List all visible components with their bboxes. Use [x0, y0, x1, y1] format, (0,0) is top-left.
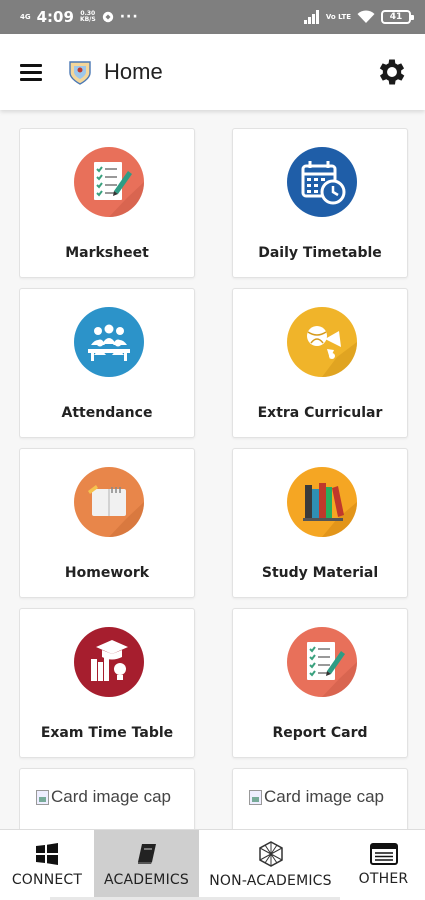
- app-bar: Home: [0, 34, 425, 110]
- broken-image-icon: [36, 789, 49, 805]
- notebook-icon: [74, 467, 144, 537]
- card-label: Extra Curricular: [257, 405, 383, 421]
- card-report-card[interactable]: Report Card: [232, 608, 408, 758]
- card-extra-curricular[interactable]: Extra Curricular: [232, 288, 408, 438]
- signal-icon: [303, 10, 319, 24]
- card-label: Daily Timetable: [258, 245, 382, 261]
- status-bar: 4G 4:09 0.30 KB/S ··· Vo LTE 41: [0, 0, 425, 34]
- card-study-material[interactable]: Study Material: [232, 448, 408, 598]
- sports-ball-icon: [287, 307, 357, 377]
- image-alt-text: Card image cap: [264, 787, 385, 806]
- notification-icon: [102, 11, 113, 23]
- image-card[interactable]: Card image cap: [19, 768, 195, 830]
- network-type: 4G: [20, 12, 31, 21]
- broken-image-icon: [249, 789, 262, 805]
- tab-label: CONNECT: [11, 872, 83, 888]
- tab-non-academics[interactable]: NON-ACADEMICS: [199, 830, 342, 900]
- students-group-icon: [74, 307, 144, 377]
- tab-label: NON-ACADEMICS: [209, 873, 332, 889]
- windows-grid-icon: [36, 843, 58, 865]
- battery-level: 41: [389, 12, 403, 22]
- graduation-cap-books-icon: [74, 627, 144, 697]
- more-notifications: ···: [119, 9, 139, 25]
- card-label: Marksheet: [65, 245, 149, 261]
- hamburger-menu-icon[interactable]: [20, 63, 42, 81]
- image-alt-text: Card image cap: [51, 787, 172, 806]
- page-title: Home: [104, 59, 163, 84]
- clock: 4:09: [36, 8, 74, 26]
- tab-academics[interactable]: ACADEMICS: [94, 830, 199, 900]
- keyboard-icon: [369, 843, 398, 865]
- image-card[interactable]: Card image cap: [232, 768, 408, 830]
- card-attendance[interactable]: Attendance: [19, 288, 195, 438]
- card-marksheet[interactable]: Marksheet: [19, 128, 195, 278]
- volte-label: Vo LTE: [325, 12, 351, 21]
- dashboard-grid: Marksheet Daily Timetable Attendance Ext…: [19, 128, 409, 830]
- card-exam-time-table[interactable]: Exam Time Table: [19, 608, 195, 758]
- broken-image: Card image cap: [249, 787, 384, 807]
- card-label: Attendance: [61, 405, 153, 421]
- card-label: Study Material: [261, 565, 379, 581]
- tab-connect[interactable]: CONNECT: [0, 830, 94, 900]
- card-label: Homework: [64, 565, 150, 581]
- checklist-document-icon: [74, 147, 144, 217]
- checklist-document-icon: [287, 627, 357, 697]
- school-logo: [69, 61, 91, 85]
- battery-icon: 41: [381, 10, 414, 24]
- card-label: Report Card: [272, 725, 368, 741]
- broken-image: Card image cap: [36, 787, 171, 807]
- wifi-icon: [357, 10, 375, 23]
- tab-label: OTHER: [358, 871, 409, 887]
- bottom-navigation: CONNECT ACADEMICS NON-ACADEMICS OTHER: [0, 829, 425, 900]
- card-label: Exam Time Table: [40, 725, 174, 741]
- card-daily-timetable[interactable]: Daily Timetable: [232, 128, 408, 278]
- network-speed: 0.30 KB/S: [79, 10, 96, 23]
- card-homework[interactable]: Homework: [19, 448, 195, 598]
- calendar-clock-icon: [287, 147, 357, 217]
- books-icon: [287, 467, 357, 537]
- book-icon: [137, 844, 156, 864]
- gear-icon[interactable]: [375, 55, 409, 89]
- tab-label: ACADEMICS: [104, 872, 189, 888]
- tab-other[interactable]: OTHER: [342, 830, 425, 900]
- hexagon-network-icon: [258, 841, 283, 867]
